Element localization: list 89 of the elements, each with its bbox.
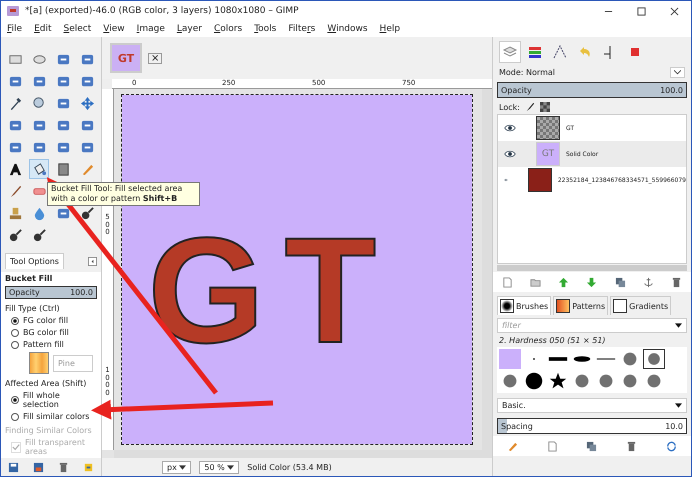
- menu-item[interactable]: View: [103, 24, 125, 34]
- canvas-lettering: GT: [148, 215, 396, 365]
- close-tab-button[interactable]: ×: [148, 52, 162, 64]
- mode-label: Mode: Normal: [499, 68, 555, 77]
- caret-icon: [674, 70, 681, 75]
- radio-option[interactable]: BG color fill: [5, 328, 97, 337]
- bucket-icon: [32, 162, 46, 176]
- tool-name: Bucket Fill: [5, 274, 54, 283]
- menu-item[interactable]: Image: [136, 24, 165, 34]
- spacing-slider[interactable]: Spacing 10.0: [497, 418, 687, 434]
- letter-icon: [8, 162, 22, 176]
- dock-tab[interactable]: Patterns: [553, 296, 608, 315]
- unit-dropdown[interactable]: px: [162, 460, 192, 474]
- lock-label: Lock:: [499, 102, 520, 112]
- brush-name: 2. Hardness 050 (51 × 51): [498, 336, 607, 345]
- new-page-icon[interactable]: [502, 276, 513, 288]
- layer-thumbnail: [536, 116, 560, 140]
- new-page-icon[interactable]: [546, 440, 558, 452]
- stamp-icon: [8, 206, 22, 220]
- radio-option[interactable]: Fill whole selection: [5, 391, 97, 409]
- dock-tab[interactable]: Brushes: [497, 296, 552, 315]
- radio-option[interactable]: Pattern fill: [5, 340, 97, 349]
- move-icon: [80, 96, 94, 110]
- close-icon[interactable]: [670, 6, 679, 16]
- section-label: Affected Area (Shift): [5, 379, 88, 388]
- menu-item[interactable]: Help: [380, 24, 400, 34]
- window-title: *[a] (exported)-46.0 (RGB color, 3 layers) 1080x1080 – GIMP: [25, 6, 300, 16]
- anchor-icon[interactable]: [643, 276, 654, 288]
- brush-preview[interactable]: [523, 371, 545, 391]
- vertical-scrollbar[interactable]: [482, 89, 492, 450]
- pattern-name-field: Pine: [53, 354, 93, 372]
- layer-thumbnail: GT: [536, 142, 560, 166]
- eye-icon[interactable]: [504, 124, 516, 132]
- radio-option[interactable]: Fill similar colors: [5, 412, 97, 421]
- menu-item[interactable]: Filters: [288, 24, 316, 34]
- layer-opacity-slider[interactable]: Opacity 100.0: [497, 82, 687, 98]
- app-icon: [7, 6, 19, 16]
- dock-tab[interactable]: Gradients: [610, 296, 672, 315]
- preset-dropdown[interactable]: Basic.: [497, 398, 687, 413]
- checker-lock-icon[interactable]: [540, 102, 550, 112]
- dodge-icon: [32, 228, 46, 242]
- section-label: Fill Type (Ctrl): [5, 304, 61, 313]
- menu-item[interactable]: File: [7, 24, 22, 34]
- menu-item[interactable]: Layer: [176, 24, 202, 34]
- layers-tab-icon[interactable]: [499, 41, 521, 63]
- tool-button[interactable]: [29, 159, 49, 179]
- folder-icon[interactable]: [530, 276, 541, 288]
- reset-icon[interactable]: [83, 462, 94, 472]
- status-text: Solid Color (53.4 MB): [247, 462, 332, 472]
- trash-icon[interactable]: [58, 462, 69, 472]
- down-arrow-icon[interactable]: [586, 276, 598, 288]
- restore-icon[interactable]: [33, 462, 44, 472]
- trash-icon[interactable]: [671, 276, 682, 288]
- tool-options-tab[interactable]: Tool Options: [5, 253, 64, 269]
- refresh-icon[interactable]: [666, 440, 677, 452]
- tooltip: Bucket Fill Tool: Fill selected area with a color or pattern Shift+B: [47, 182, 200, 206]
- horizontal-scrollbar[interactable]: [114, 450, 492, 458]
- panel-menu-icon[interactable]: [88, 256, 97, 266]
- radio-option[interactable]: FG color fill: [5, 316, 97, 325]
- caret-icon[interactable]: [675, 323, 682, 328]
- brush-lock-icon[interactable]: [524, 102, 535, 112]
- magnifier-icon: [32, 96, 46, 110]
- mode-dropdown-button[interactable]: [670, 67, 685, 78]
- section-label: Finding Similar Colors: [5, 426, 93, 435]
- caret-icon: [227, 464, 234, 470]
- caret-icon: [179, 464, 186, 470]
- brush-preview[interactable]: [643, 349, 665, 369]
- menu-item[interactable]: Windows: [327, 24, 368, 34]
- maximize-icon[interactable]: [637, 6, 646, 16]
- dodge-icon: [80, 206, 94, 220]
- duplicate-icon[interactable]: [614, 276, 626, 288]
- menu-item[interactable]: Tools: [254, 24, 276, 34]
- menu-item[interactable]: Select: [64, 24, 92, 34]
- eye-icon[interactable]: [504, 150, 516, 158]
- save-icon[interactable]: [8, 462, 19, 472]
- pattern-swatch[interactable]: [29, 352, 49, 374]
- trash-icon[interactable]: [626, 440, 638, 452]
- photo-placeholder: [528, 168, 552, 192]
- brush-preview[interactable]: [547, 371, 569, 391]
- caret-icon[interactable]: [675, 403, 682, 408]
- zoom-dropdown[interactable]: 50 %: [199, 460, 240, 474]
- opacity-slider[interactable]: Opacity 100.0: [5, 286, 97, 299]
- edit-icon[interactable]: [507, 440, 518, 452]
- menu-item[interactable]: Edit: [34, 24, 52, 34]
- up-arrow-icon[interactable]: [558, 276, 570, 288]
- duplicate-icon[interactable]: [586, 440, 598, 452]
- gradient-icon: [56, 162, 70, 176]
- menu-item[interactable]: Colors: [214, 24, 242, 34]
- dodge-icon: [8, 228, 22, 242]
